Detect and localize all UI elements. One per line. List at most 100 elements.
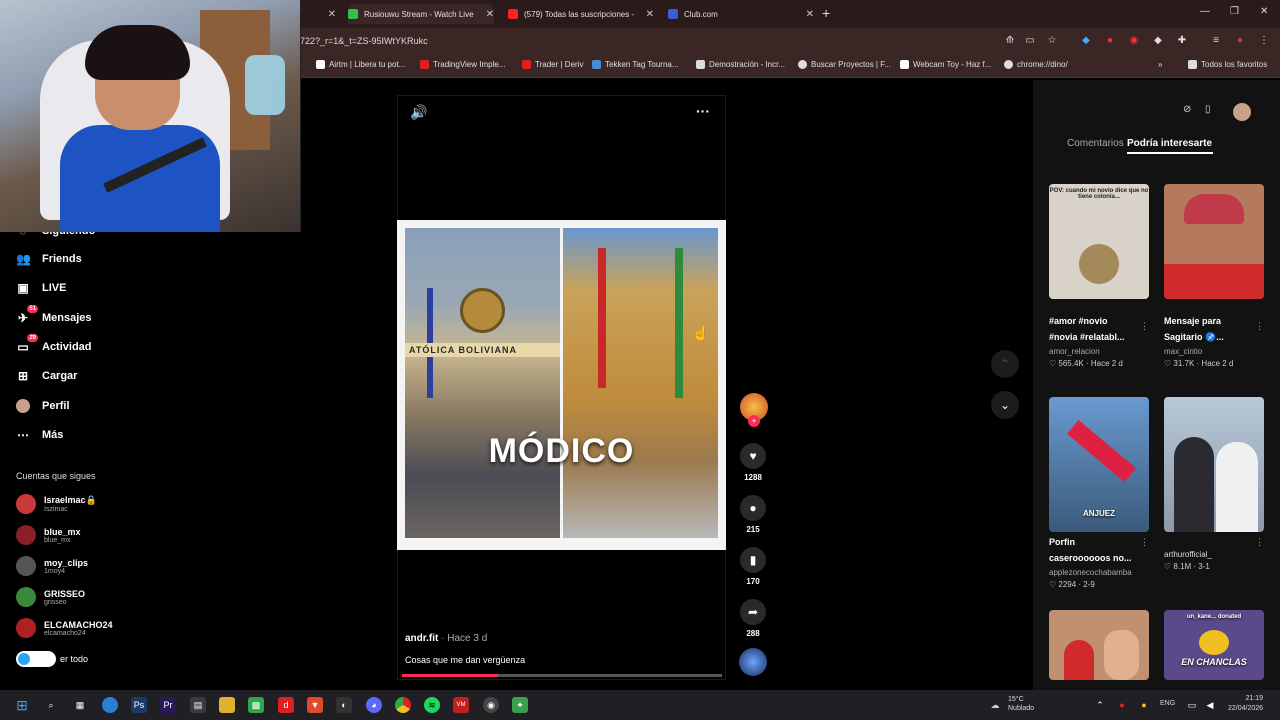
music-disc-icon[interactable] bbox=[739, 648, 767, 676]
followed-account[interactable]: Israelmac🔒 Iszimac bbox=[16, 494, 97, 514]
followed-account[interactable]: blue_mx blue_mx bbox=[16, 525, 81, 545]
card-author[interactable]: max_cintio bbox=[1164, 347, 1264, 356]
url-text[interactable]: 722?_r=1&_t=ZS-95IWtYKRukc bbox=[300, 36, 428, 46]
card-author[interactable]: applezonecochabamba bbox=[1049, 568, 1149, 577]
photoshop-icon[interactable]: Ps bbox=[131, 697, 147, 713]
card-options-icon[interactable]: ⋮ bbox=[1140, 321, 1149, 332]
network-icon[interactable]: ▭ bbox=[1184, 697, 1200, 713]
user-avatar-icon[interactable] bbox=[1233, 103, 1251, 121]
card-author[interactable]: amor_relacion bbox=[1049, 347, 1149, 356]
maximize-icon[interactable]: ❐ bbox=[1230, 6, 1239, 17]
sidebar-item-profile[interactable]: Perfil bbox=[16, 399, 70, 413]
followed-account[interactable]: moy_clips 1moy4 bbox=[16, 556, 88, 576]
obs-icon[interactable]: ◉ bbox=[483, 697, 499, 713]
video-thumbnail[interactable] bbox=[1164, 397, 1264, 532]
language-indicator[interactable]: ENG bbox=[1160, 700, 1175, 707]
app-icon[interactable]: ✦ bbox=[512, 697, 528, 713]
puzzle-icon[interactable]: ✚ bbox=[1176, 35, 1188, 47]
bookmark-item[interactable]: Tekken Tag Tourna... bbox=[592, 60, 679, 69]
all-favorites[interactable]: Todos los favoritos bbox=[1188, 60, 1267, 69]
app-icon[interactable]: ◐ bbox=[336, 697, 352, 713]
tab-club[interactable]: Club.com ✕ bbox=[668, 4, 814, 24]
video-thumbnail[interactable] bbox=[1164, 184, 1264, 299]
sidebar-item-activity[interactable]: ▭ 29 Actividad bbox=[16, 334, 92, 354]
compass-icon[interactable]: ⊘ bbox=[1183, 104, 1191, 115]
discord-icon[interactable]: ◕ bbox=[366, 697, 382, 713]
tab-youtube[interactable]: (579) Todas las suscripciones - ✕ bbox=[508, 4, 654, 24]
minimize-icon[interactable]: — bbox=[1200, 6, 1210, 17]
translate-icon[interactable]: ⟰ bbox=[1004, 35, 1016, 47]
edge-icon[interactable] bbox=[102, 697, 118, 713]
brave-icon[interactable]: ▼ bbox=[307, 697, 323, 713]
recommended-card[interactable]: un_kane... donated EN CHANCLAS bbox=[1164, 610, 1264, 680]
more-options-icon[interactable]: ··· bbox=[696, 103, 710, 119]
close-icon[interactable]: ✕ bbox=[646, 9, 654, 20]
close-icon[interactable]: ✕ bbox=[806, 9, 814, 20]
tray-app-icon[interactable]: ● bbox=[1136, 697, 1152, 713]
chrome-icon[interactable] bbox=[395, 697, 411, 713]
recommended-card[interactable]: ⋮ Mensaje para Sagitario ♐... max_cintio… bbox=[1164, 184, 1264, 368]
follow-plus-icon[interactable]: + bbox=[748, 415, 760, 427]
video-author[interactable]: andr.fit · Hace 3 d bbox=[405, 633, 487, 644]
video-thumbnail[interactable]: POV: cuando mi novio dice que no tiene c… bbox=[1049, 184, 1149, 299]
bookmark-item[interactable]: chrome://dino/ bbox=[1004, 60, 1068, 69]
close-icon[interactable]: ✕ bbox=[486, 9, 494, 20]
followed-account[interactable]: GRISSEO grisseo bbox=[16, 587, 85, 607]
share-icon[interactable]: ➦ bbox=[740, 599, 766, 625]
close-icon[interactable]: ✕ bbox=[328, 9, 336, 20]
sidebar-item-friends[interactable]: 👥 Friends bbox=[16, 252, 82, 266]
bookmark-item[interactable]: Demostración - Incr... bbox=[696, 60, 785, 69]
star-icon[interactable]: ☆ bbox=[1046, 35, 1058, 47]
cast-icon[interactable]: ▭ bbox=[1024, 35, 1036, 47]
recommended-card[interactable]: ANJUEZ ⋮ Porfin caseroooooos no... apple… bbox=[1049, 397, 1149, 589]
video-frame[interactable]: ATÓLICA BOLIVIANA bbox=[397, 220, 726, 550]
sidebar-item-more[interactable]: ⋯ Más bbox=[16, 428, 63, 442]
bookmarks-overflow-icon[interactable]: » bbox=[1158, 60, 1162, 69]
tab-comments[interactable]: Comentarios bbox=[1067, 138, 1124, 149]
extension-icon[interactable]: ◉ bbox=[1128, 35, 1140, 47]
bookmark-item[interactable]: Airtm | Libera tu pot... bbox=[316, 60, 405, 69]
bookmark-icon[interactable]: ▮ bbox=[740, 547, 766, 573]
extension-icon[interactable]: ◆ bbox=[1152, 35, 1164, 47]
spotify-icon[interactable]: ≋ bbox=[424, 697, 440, 713]
volume-icon[interactable]: 🔊 bbox=[410, 104, 427, 121]
new-tab-button[interactable]: + bbox=[822, 5, 830, 21]
share-button[interactable]: ➦ 288 bbox=[740, 599, 766, 638]
like-button[interactable]: ♥ 1288 bbox=[740, 443, 766, 482]
phone-icon[interactable]: ▯ bbox=[1205, 104, 1211, 115]
recommended-card[interactable]: POV: cuando mi novio dice que no tiene c… bbox=[1049, 184, 1149, 368]
toggle-switch[interactable] bbox=[16, 651, 56, 667]
bookmark-item[interactable]: TradingView Imple... bbox=[420, 60, 505, 69]
extension-icon[interactable]: ◆ bbox=[1080, 35, 1092, 47]
close-window-icon[interactable]: ✕ bbox=[1260, 6, 1268, 17]
system-clock[interactable]: 21:19 22/04/2026 bbox=[1228, 694, 1263, 714]
sidebar-item-messages[interactable]: ✈ 51 Mensajes bbox=[16, 305, 92, 325]
next-video-button[interactable]: ⌄ bbox=[991, 391, 1019, 419]
card-title[interactable]: #amor #novio #novia #relatabl... bbox=[1049, 313, 1149, 345]
heart-icon[interactable]: ♥ bbox=[740, 443, 766, 469]
card-title[interactable]: Porfin caseroooooos no... bbox=[1049, 534, 1149, 566]
tab-rusiouwu[interactable]: Rusiouwu Stream - Watch Live ✕ bbox=[348, 4, 494, 24]
search-icon[interactable]: ⌕ bbox=[43, 697, 59, 713]
sidebar-item-live[interactable]: ▣ LIVE bbox=[16, 281, 66, 295]
bookmark-item[interactable]: Webcam Toy - Haz f... bbox=[900, 60, 991, 69]
menu-icon[interactable]: ≡ bbox=[1210, 35, 1222, 47]
premiere-icon[interactable]: Pr bbox=[160, 697, 176, 713]
task-view-icon[interactable]: ▦ bbox=[72, 697, 88, 713]
extension-icon[interactable]: ● bbox=[1104, 35, 1116, 47]
card-author[interactable]: arthurofficial_ bbox=[1164, 550, 1264, 559]
comment-button[interactable]: ● 215 bbox=[740, 495, 766, 534]
tray-chevron-icon[interactable]: ⌃ bbox=[1092, 697, 1108, 713]
tab-partial[interactable]: ✕ bbox=[300, 4, 336, 24]
previous-video-button[interactable]: ⌃ bbox=[991, 350, 1019, 378]
sidebar-item-upload[interactable]: ⊞ Cargar bbox=[16, 369, 78, 383]
tray-app-icon[interactable]: ● bbox=[1114, 697, 1130, 713]
card-options-icon[interactable]: ⋮ bbox=[1255, 537, 1264, 548]
author-name[interactable]: andr.fit bbox=[405, 633, 438, 644]
video-thumbnail[interactable]: ANJUEZ bbox=[1049, 397, 1149, 532]
comment-icon[interactable]: ● bbox=[740, 495, 766, 521]
tab-recommended[interactable]: Podría interesarte bbox=[1127, 138, 1212, 149]
folder-icon[interactable] bbox=[219, 697, 235, 713]
see-all-link[interactable]: er todo bbox=[16, 651, 88, 667]
volume-tray-icon[interactable]: ◀ bbox=[1202, 697, 1218, 713]
